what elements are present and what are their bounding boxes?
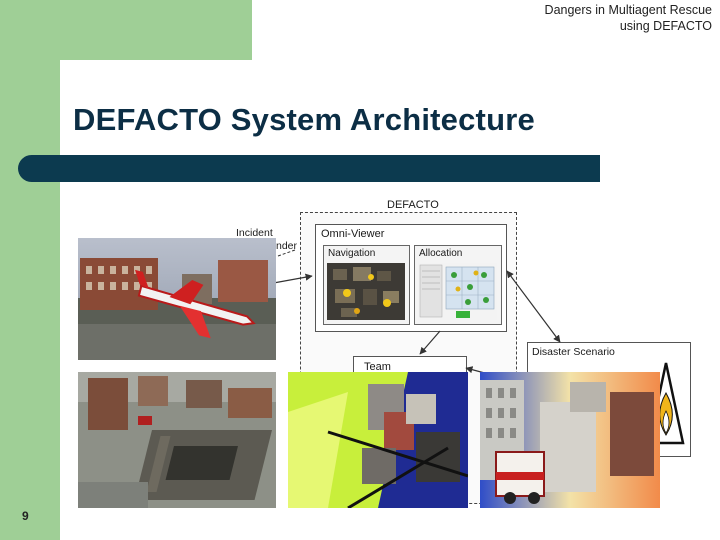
slide-number: 9 [22,509,29,523]
team-overlay-screenshot [288,372,468,508]
fire-truck-screenshot [480,372,660,508]
city-aerial-screenshot [78,372,276,508]
aircraft-simulation-screenshot [78,238,276,360]
